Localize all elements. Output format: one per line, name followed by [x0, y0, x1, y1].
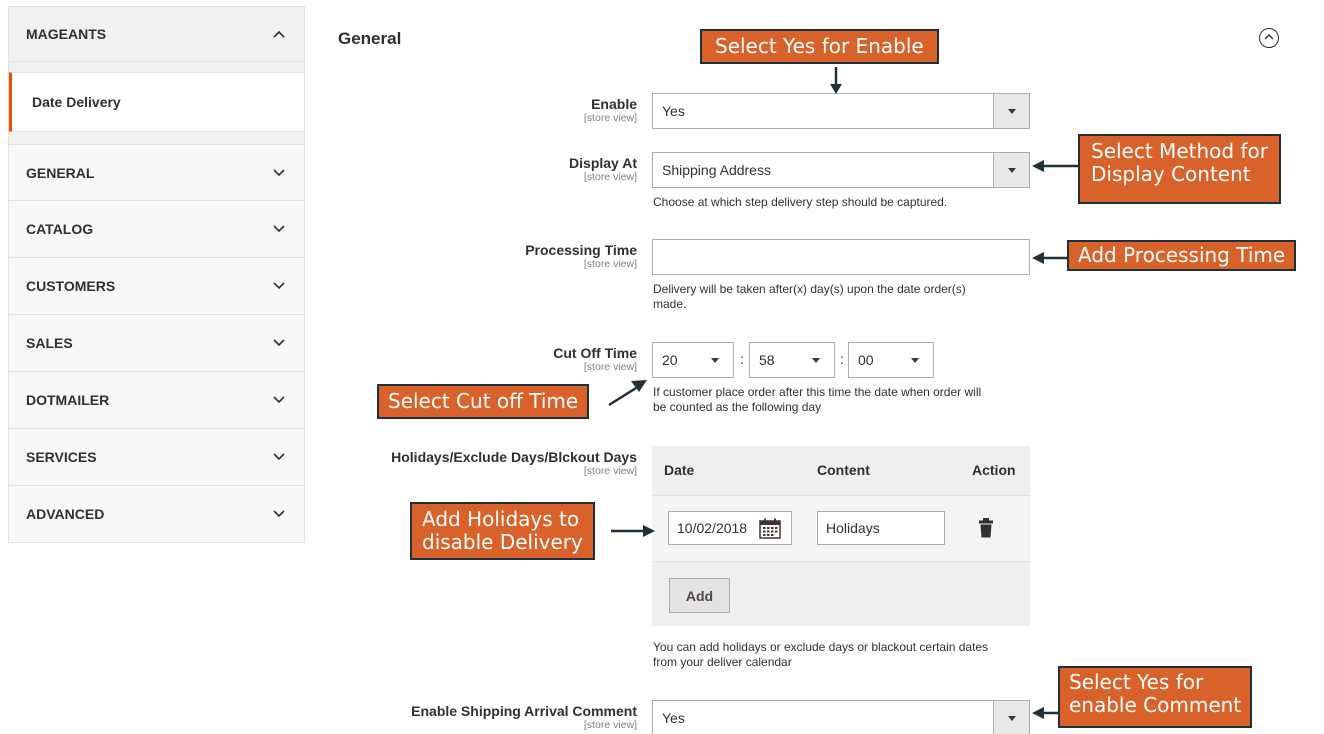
holiday-content-input[interactable]: Holidays	[817, 511, 945, 545]
column-header-date: Date	[664, 462, 695, 478]
column-header-content: Content	[817, 462, 870, 478]
nav-section-general[interactable]: GENERAL	[8, 144, 305, 201]
time-separator: :	[840, 351, 844, 367]
table-row: 10/02/2018 Holidays	[652, 495, 1030, 562]
nav-section-mageants[interactable]: MAGEANTS	[8, 6, 305, 62]
display-at-note: Choose at which step delivery step shoul…	[653, 195, 948, 209]
display-at-value: Shipping Address	[662, 162, 771, 178]
nav-section-label: ADVANCED	[26, 506, 105, 522]
nav-section-label: GENERAL	[26, 164, 95, 181]
chevron-down-icon	[273, 453, 285, 461]
cut-off-second-select[interactable]: 00	[848, 342, 934, 378]
dropdown-arrow-icon	[993, 153, 1029, 187]
cut-off-hour-select[interactable]: 20	[652, 342, 734, 378]
callout-display-at: Select Method for Display Content	[1078, 134, 1281, 204]
chevron-down-icon	[273, 225, 285, 233]
callout-processing-time: Add Processing Time	[1067, 240, 1297, 271]
display-at-label: Display At [store view]	[569, 155, 637, 183]
nav-section-label: CATALOG	[26, 221, 94, 237]
nav-section-advanced[interactable]: ADVANCED	[8, 486, 305, 543]
processing-time-input[interactable]	[652, 239, 1030, 275]
calendar-icon[interactable]	[759, 518, 781, 539]
shipping-comment-label: Enable Shipping Arrival Comment [store v…	[411, 703, 637, 731]
cut-off-minute-select[interactable]: 58	[749, 342, 835, 378]
add-holiday-button[interactable]: Add	[669, 578, 730, 613]
nav-section-label: SERVICES	[26, 449, 97, 465]
dropdown-arrow-icon	[697, 343, 733, 377]
callout-shipping-comment: Select Yes for enable Comment	[1058, 666, 1253, 728]
nav-section-label: SALES	[26, 335, 73, 351]
config-sidebar: MAGEANTS Date Delivery GENERAL CATALOG C…	[8, 6, 305, 543]
enable-select[interactable]: Yes	[652, 93, 1030, 129]
holiday-date-input[interactable]: 10/02/2018	[668, 511, 792, 545]
holidays-label: Holidays/Exclude Days/Blckout Days [stor…	[391, 449, 637, 477]
dropdown-arrow-icon	[993, 94, 1029, 128]
callout-cut-off-time: Select Cut off Time	[377, 384, 590, 419]
processing-time-note: Delivery will be taken after(x) day(s) u…	[653, 282, 966, 311]
sidebar-item-label: Date Delivery	[32, 94, 121, 110]
cut-off-time-label: Cut Off Time [store view]	[553, 345, 637, 373]
section-title: General	[338, 29, 402, 48]
callout-enable: Select Yes for Enable	[700, 29, 939, 64]
collapse-circle-icon[interactable]	[1259, 28, 1279, 48]
holidays-note: You can add holidays or exclude days or …	[653, 640, 989, 669]
nav-section-dotmailer[interactable]: DOTMAILER	[8, 372, 305, 429]
nav-section-label: CUSTOMERS	[26, 278, 116, 294]
dropdown-arrow-icon	[897, 343, 933, 377]
chevron-down-icon	[273, 510, 285, 518]
table-header: Date Content Action	[652, 446, 1030, 495]
time-separator: :	[740, 351, 744, 367]
display-at-select[interactable]: Shipping Address	[652, 152, 1030, 188]
nav-section-label: DOTMAILER	[26, 392, 110, 408]
shipping-comment-select[interactable]: Yes	[652, 700, 1030, 734]
nav-section-sales[interactable]: SALES	[8, 315, 305, 372]
nav-section-catalog[interactable]: CATALOG	[8, 201, 305, 258]
chevron-down-icon	[273, 168, 285, 176]
nav-section-customers[interactable]: CUSTOMERS	[8, 258, 305, 315]
dropdown-arrow-icon	[993, 701, 1029, 734]
cut-off-time-note: If customer place order after this time …	[653, 385, 982, 414]
chevron-down-icon	[273, 339, 285, 347]
dropdown-arrow-icon	[798, 343, 834, 377]
processing-time-label: Processing Time [store view]	[525, 242, 637, 270]
chevron-up-icon	[273, 30, 285, 38]
shipping-comment-value: Yes	[662, 710, 685, 726]
chevron-down-icon	[273, 396, 285, 404]
callout-holidays: Add Holidays to disable Delivery	[410, 502, 595, 560]
trash-icon[interactable]	[978, 518, 994, 538]
enable-value: Yes	[662, 103, 685, 119]
nav-section-label: MAGEANTS	[26, 26, 107, 42]
nav-section-services[interactable]: SERVICES	[8, 429, 305, 486]
chevron-down-icon	[273, 282, 285, 290]
mageants-submenu: Date Delivery	[8, 62, 305, 144]
column-header-action: Action	[972, 462, 1016, 478]
sidebar-item-date-delivery[interactable]: Date Delivery	[9, 72, 304, 132]
enable-label: Enable [store view]	[583, 96, 637, 124]
